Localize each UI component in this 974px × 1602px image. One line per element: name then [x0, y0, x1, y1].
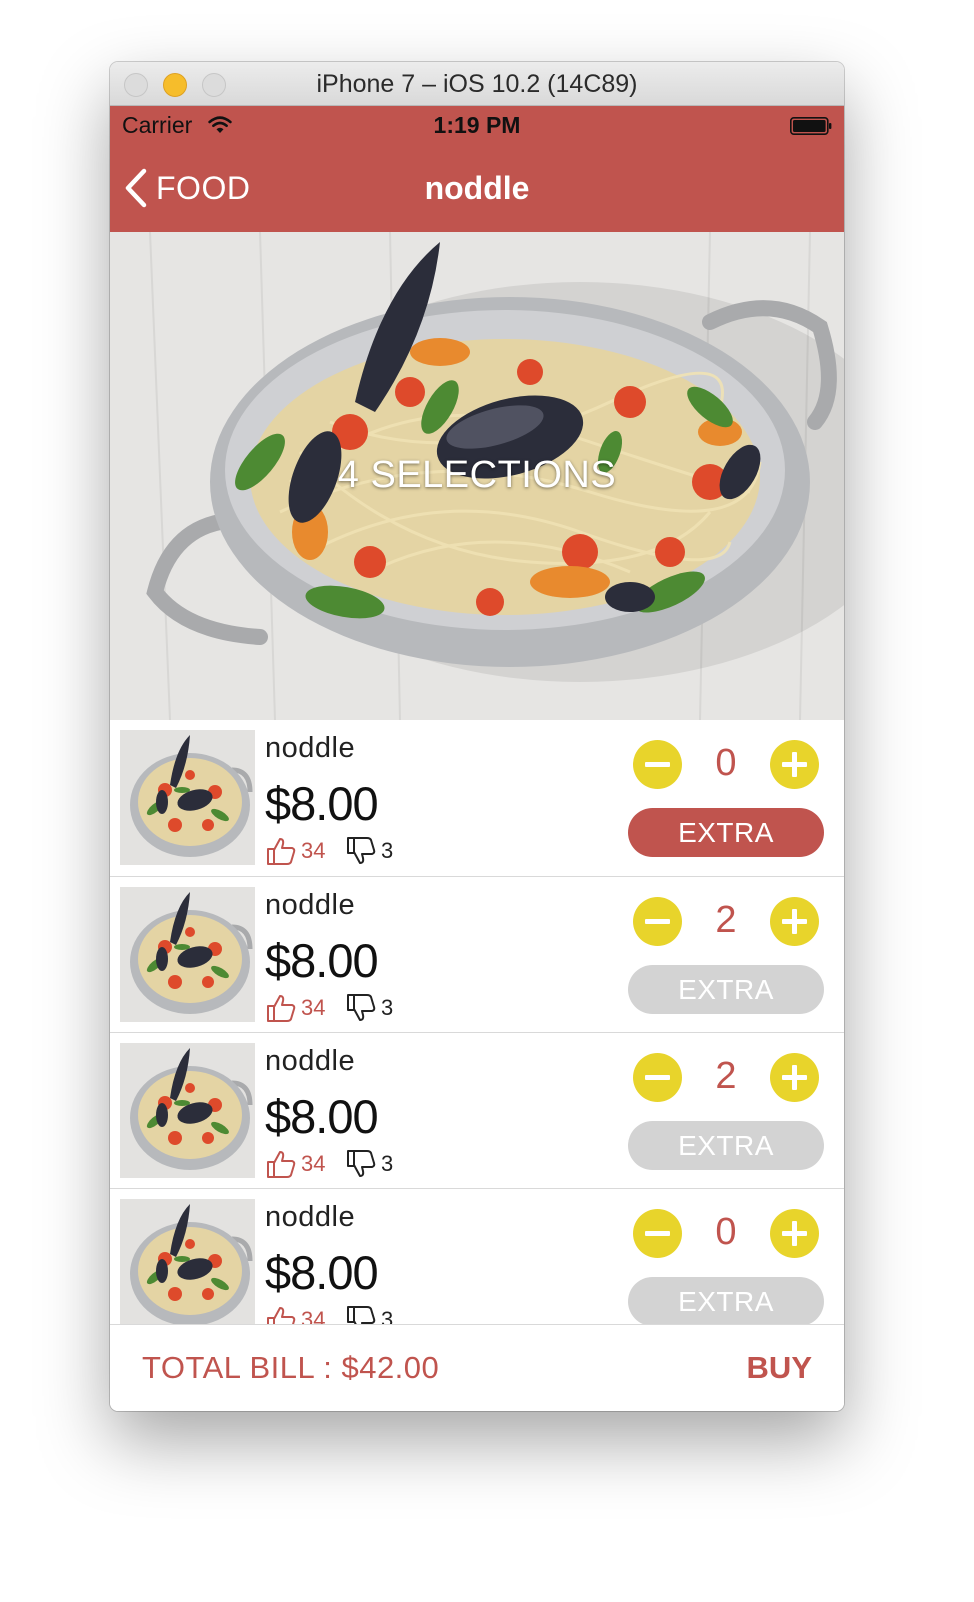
- status-time: 1:19 PM: [433, 112, 521, 138]
- decrease-quantity-button[interactable]: [633, 740, 682, 789]
- decrease-quantity-button[interactable]: [633, 1209, 682, 1258]
- item-thumbnail-image: [120, 730, 255, 865]
- item-thumbnail-image: [120, 1043, 255, 1178]
- navigation-bar: FOOD noddle: [110, 146, 844, 232]
- buy-button[interactable]: BUY: [747, 1350, 812, 1386]
- thumbs-up-icon[interactable]: [265, 1304, 297, 1324]
- item-name: noddle: [265, 1201, 356, 1233]
- extra-button[interactable]: EXTRA: [628, 1121, 824, 1170]
- item-thumbnail: [120, 1043, 255, 1178]
- decrease-quantity-button[interactable]: [633, 897, 682, 946]
- item-price: $8.00: [265, 1246, 379, 1299]
- selections-overlay: 4 SELECTIONS: [337, 454, 617, 496]
- extra-button[interactable]: EXTRA: [628, 1277, 824, 1324]
- thumbs-up-icon[interactable]: [265, 835, 297, 867]
- extra-button[interactable]: EXTRA: [628, 965, 824, 1014]
- item-name: noddle: [265, 1045, 356, 1077]
- item-list[interactable]: noddle $8.00 34 3 0 EXTRA noddle $8.00 3…: [110, 720, 844, 1324]
- item-quantity: 2: [715, 899, 737, 941]
- thumbs-down-icon[interactable]: [345, 1304, 377, 1324]
- item-thumbnail-image: [120, 1199, 255, 1324]
- item-quantity: 2: [715, 1055, 737, 1097]
- simulator-window: iPhone 7 – iOS 10.2 (14C89) Carrier 1:19…: [110, 62, 844, 1411]
- thumbs-down-icon[interactable]: [345, 835, 377, 867]
- item-name: noddle: [265, 889, 356, 921]
- item-thumbnail-image: [120, 887, 255, 1022]
- dislike-count: 3: [381, 995, 394, 1020]
- page-title: noddle: [424, 170, 530, 206]
- battery-icon: [790, 117, 832, 135]
- item-price: $8.00: [265, 777, 379, 830]
- list-item[interactable]: noddle $8.00 34 3 2 EXTRA: [110, 1032, 844, 1189]
- item-thumbnail: [120, 887, 255, 1022]
- like-count: 34: [301, 1151, 326, 1176]
- item-price: $8.00: [265, 1090, 379, 1143]
- item-quantity: 0: [715, 1211, 737, 1253]
- list-item[interactable]: noddle $8.00 34 3 0 EXTRA: [110, 1188, 844, 1324]
- dislike-count: 3: [381, 1151, 394, 1176]
- item-quantity: 0: [715, 742, 737, 784]
- decrease-quantity-button[interactable]: [633, 1053, 682, 1102]
- total-bill: TOTAL BILL : $42.00: [142, 1350, 440, 1385]
- extra-button[interactable]: EXTRA: [628, 808, 824, 857]
- item-thumbnail: [120, 730, 255, 865]
- like-count: 34: [301, 838, 326, 863]
- increase-quantity-button[interactable]: [770, 1053, 819, 1102]
- status-bar: Carrier 1:19 PM: [110, 106, 844, 146]
- list-item[interactable]: noddle $8.00 34 3 0 EXTRA: [110, 720, 844, 876]
- thumbs-down-icon[interactable]: [345, 992, 377, 1024]
- item-thumbnail: [120, 1199, 255, 1324]
- thumbs-down-icon[interactable]: [345, 1148, 377, 1180]
- like-count: 34: [301, 1307, 326, 1324]
- increase-quantity-button[interactable]: [770, 1209, 819, 1258]
- dislike-count: 3: [381, 1307, 394, 1324]
- increase-quantity-button[interactable]: [770, 897, 819, 946]
- bill-footer: TOTAL BILL : $42.00 BUY: [110, 1324, 844, 1411]
- like-count: 34: [301, 995, 326, 1020]
- title-bar: iPhone 7 – iOS 10.2 (14C89): [110, 62, 844, 106]
- hero-food-image: 4 SELECTIONS: [110, 232, 844, 720]
- item-price: $8.00: [265, 934, 379, 987]
- item-name: noddle: [265, 732, 356, 764]
- thumbs-up-icon[interactable]: [265, 1148, 297, 1180]
- thumbs-up-icon[interactable]: [265, 992, 297, 1024]
- window-title: iPhone 7 – iOS 10.2 (14C89): [316, 70, 638, 98]
- list-item[interactable]: noddle $8.00 34 3 2 EXTRA: [110, 876, 844, 1033]
- increase-quantity-button[interactable]: [770, 740, 819, 789]
- dislike-count: 3: [381, 838, 394, 863]
